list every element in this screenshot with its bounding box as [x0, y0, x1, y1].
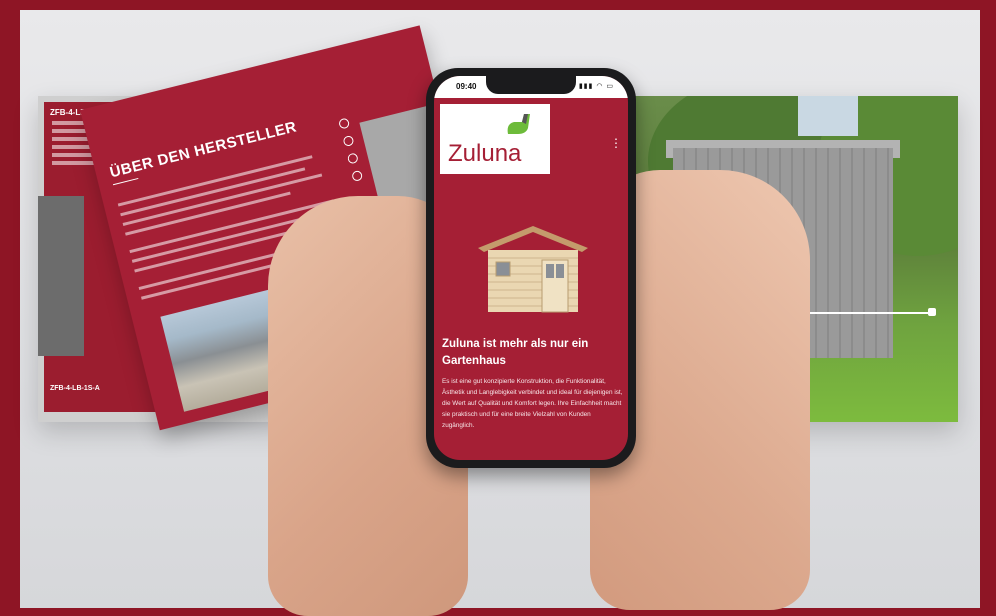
phone-icon	[342, 134, 355, 148]
chair-logo-icon	[507, 114, 530, 134]
ad-image: ZFB-4-LB-1S-KALTAS ZFB-4-LB-1S-A ÜBER DE…	[0, 0, 996, 616]
catalog-scroll-knob[interactable]	[928, 308, 936, 316]
page-title: ÜBER DEN HERSTELLER	[108, 118, 299, 182]
smartphone: 09:40 ▮▮▮ ◠ ▭ Zuluna ⋮ Zuluna ist mehr a…	[426, 68, 636, 468]
body-text: Es ist eine gut konzipierte Konstruktion…	[442, 378, 623, 429]
spec-footer: ZFB-4-LB-1S-A	[50, 385, 100, 392]
zuluna-logo-text: Zuluna	[448, 140, 522, 167]
text-line	[120, 167, 306, 217]
signal-wifi-battery-icon: ▮▮▮ ◠ ▭	[578, 83, 614, 90]
pin-icon	[338, 117, 351, 130]
phone-screen[interactable]: 09:40 ▮▮▮ ◠ ▭ Zuluna ⋮ Zuluna ist mehr a…	[434, 76, 628, 460]
shed-thumbnail	[38, 196, 84, 356]
menu-icon[interactable]: ⋮	[610, 136, 622, 150]
status-time: 09:40	[456, 82, 477, 91]
phone-notch	[486, 76, 576, 94]
text-line	[122, 173, 323, 226]
sky	[798, 96, 858, 136]
mail-icon	[346, 152, 359, 165]
headline: Zuluna ist mehr als nur ein Gartenhaus	[442, 338, 589, 367]
wooden-shed-image	[478, 226, 588, 313]
globe-icon	[351, 169, 364, 182]
logo-box[interactable]: Zuluna	[440, 104, 550, 174]
